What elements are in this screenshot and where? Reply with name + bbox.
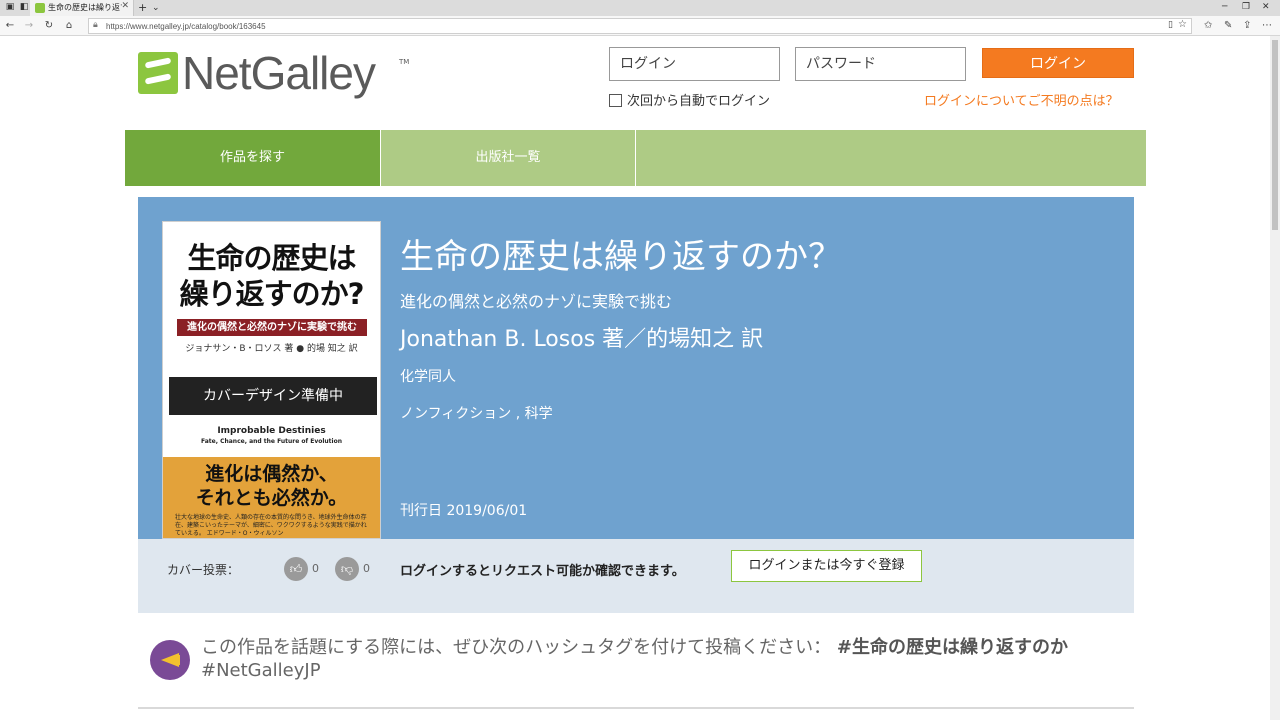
restore-icon[interactable]: ❐	[1242, 2, 1250, 12]
new-tab-icon[interactable]: +	[138, 0, 147, 15]
cover-catch-line2: それとも必然か。	[195, 487, 348, 509]
scrollbar-thumb[interactable]	[1272, 40, 1278, 230]
remember-label: 次回から自動でログイン	[627, 94, 771, 109]
release-date: 2019/06/01	[446, 503, 528, 519]
cover-blurb: 壮大な地球の生命史、人類の存在の本質的な問うき、地球外生命体の存在、建築こいった…	[175, 514, 367, 537]
cover-catch-line1: 進化は偶然か、	[205, 463, 338, 485]
book-author: Jonathan B. Losos 著／的場知之 訳	[400, 327, 764, 352]
login-button[interactable]: ログイン	[982, 48, 1134, 78]
more-icon[interactable]: ⋯	[1262, 19, 1272, 33]
share-icon[interactable]: ⇪	[1243, 19, 1251, 33]
netgalley-favicon-icon	[35, 3, 45, 13]
book-categories[interactable]: ノンフィクション , 科学	[400, 404, 553, 424]
request-message: ログインするとリクエスト可能か確認できます。	[400, 564, 685, 579]
tab-dropdown-icon[interactable]: ⌄	[152, 1, 160, 15]
cover-authors: ジョナサン・B・ロソス 著 ● 的場 知之 訳	[185, 344, 358, 354]
back-tabs-icon[interactable]: ◧	[18, 2, 30, 13]
cover-title-line2: 繰り返すのか?	[179, 277, 365, 311]
refresh-icon[interactable]: ↻	[42, 19, 56, 33]
login-input[interactable]: ログイン	[609, 47, 780, 81]
cover-title-line1: 生命の歴史は	[187, 241, 356, 275]
book-release-date: 刊行日 2019/06/01	[400, 501, 527, 521]
window-close-icon[interactable]: ✕	[1262, 2, 1270, 12]
back-icon[interactable]: ←	[3, 19, 17, 33]
favorite-star-icon[interactable]: ☆	[1178, 19, 1187, 30]
section-divider	[138, 707, 1134, 709]
url-text: https://www.netgalley.jp/catalog/book/16…	[106, 22, 266, 31]
book-cover[interactable]: 生命の歴史は 繰り返すのか? 進化の偶然と必然のナゾに実験で挑む ジョナサン・B…	[162, 221, 381, 539]
netgalley-logo[interactable]: NetGalley TM	[138, 47, 410, 102]
megaphone-icon	[150, 640, 190, 680]
login-help-link[interactable]: ログインについてご不明の点は？	[924, 94, 1119, 110]
cover-english-title: Improbable Destinies	[217, 426, 326, 436]
megaphone-handle	[175, 655, 180, 665]
nav-divider	[635, 130, 636, 186]
nav-item-publishers[interactable]: 出版社一覧	[381, 130, 635, 186]
password-input[interactable]: パスワード	[795, 47, 966, 81]
cover-vote-label: カバー投票：	[167, 563, 240, 577]
hashtag-message: この作品を話題にする際には、ぜひ次のハッシュタグを付けて投稿ください： #生命の…	[201, 636, 1081, 682]
thumbs-down-count: 0	[363, 562, 370, 575]
tab-title: 生命の歴史は繰り返すのか	[48, 3, 122, 12]
home-icon[interactable]: ⌂	[62, 19, 76, 33]
release-label: 刊行日	[400, 503, 442, 519]
thumbs-down-icon[interactable]: 👎︎	[335, 557, 359, 581]
remember-checkbox[interactable]	[609, 94, 622, 107]
logo-trademark: TM	[399, 58, 410, 66]
tab-close-icon[interactable]: ✕	[121, 1, 129, 11]
hashtag-title: #生命の歴史は繰り返すのか	[836, 637, 1069, 658]
tab-actions-icon[interactable]: ▣	[4, 2, 16, 13]
logo-wordmark: NetGalley	[182, 47, 376, 99]
cover-english-subtitle: Fate, Chance, and the Future of Evolutio…	[200, 438, 343, 445]
netgalley-mark-icon	[138, 52, 178, 94]
cover-placeholder: カバーデザイン準備中	[169, 377, 377, 415]
book-title: 生命の歴史は繰り返すのか？	[400, 237, 842, 277]
thumbs-up-count: 0	[312, 562, 319, 575]
hashtag-intro: この作品を話題にする際には、ぜひ次のハッシュタグを付けて投稿ください：	[201, 637, 832, 658]
url-field[interactable]: 🔒︎ https://www.netgalley.jp/catalog/book…	[88, 18, 1192, 34]
cover-band: 進化の偶然と必然のナゾに実験で挑む	[177, 319, 367, 336]
book-publisher[interactable]: 化学同人	[400, 367, 456, 387]
pen-icon[interactable]: ✎	[1224, 19, 1232, 33]
nav-item-find-titles[interactable]: 作品を探す	[125, 130, 380, 186]
main-nav: 作品を探す 出版社一覧	[125, 130, 1146, 186]
forward-icon[interactable]: →	[22, 19, 36, 33]
minimize-icon[interactable]: ─	[1222, 2, 1227, 12]
reading-view-icon[interactable]: ▯	[1168, 20, 1173, 30]
favorites-icon[interactable]: ✩	[1204, 19, 1212, 33]
login-or-register-button[interactable]: ログインまたは今すぐ登録	[731, 550, 922, 582]
thumbs-up-icon[interactable]: 👍︎	[284, 557, 308, 581]
browser-tab[interactable]: 生命の歴史は繰り返すのか ✕	[30, 0, 134, 16]
lock-icon: 🔒︎	[93, 20, 98, 30]
hashtag-site: #NetGalleyJP	[201, 660, 321, 681]
browser-tab-bar: ▣ ◧ 生命の歴史は繰り返すのか ✕ + ⌄ ─ ❐ ✕	[0, 0, 1280, 16]
cover-catchphrase: 進化は偶然か、 それとも必然か。	[163, 462, 380, 510]
address-bar-row: ← → ↻ ⌂ 🔒︎ https://www.netgalley.jp/cata…	[0, 16, 1280, 36]
cover-title: 生命の歴史は 繰り返すのか?	[163, 240, 380, 312]
remember-login[interactable]: 次回から自動でログイン	[609, 94, 770, 110]
book-subtitle: 進化の偶然と必然のナゾに実験で挑む	[400, 292, 673, 311]
